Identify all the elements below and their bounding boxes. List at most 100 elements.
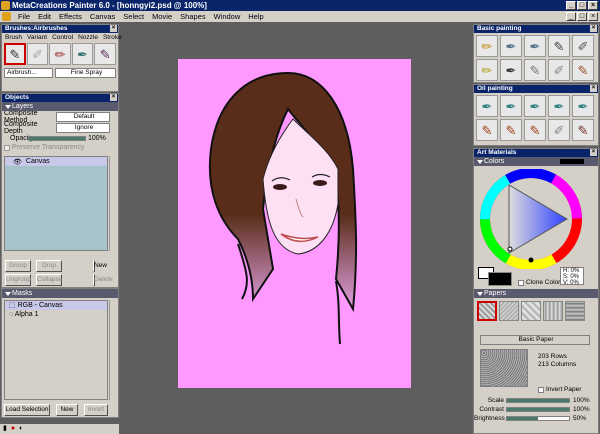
blender-icon[interactable]: ✎ (524, 59, 546, 81)
brushes-menu-nozzle[interactable]: Nozzle (78, 34, 98, 41)
menu-edit[interactable]: Edit (34, 11, 55, 22)
airbrush-selected-icon[interactable]: ✎ (4, 43, 26, 65)
brush-category-select[interactable]: Airbrush... (4, 68, 54, 78)
close-icon[interactable]: × (588, 1, 598, 10)
marker-icon[interactable]: ✒ (524, 35, 546, 57)
paper-swatch-basic[interactable] (477, 301, 497, 321)
pencil-brush-icon[interactable]: ✏ (49, 43, 71, 65)
masks-scrollbar[interactable] (109, 300, 117, 400)
color-swatch-bar[interactable] (560, 159, 584, 164)
brushes-menu-variant[interactable]: Variant (27, 34, 47, 41)
oil-brush-1-icon[interactable]: ✒ (476, 95, 498, 117)
opacity-slider[interactable] (28, 135, 86, 141)
brightness-slider[interactable] (506, 416, 570, 421)
eye-icon[interactable]: 👁 (13, 158, 22, 166)
brush-icons: ✎ ✐ ✏ ✒ ✎ (2, 42, 118, 66)
composite-depth-row: Composite Depth Ignore (2, 121, 118, 135)
masks-section-header[interactable]: Masks (2, 289, 118, 298)
composite-method-select[interactable]: Default (56, 111, 110, 122)
oil-brush-3-icon[interactable]: ✒ (524, 95, 546, 117)
delete-layer-button[interactable]: Delete (93, 274, 113, 286)
new-mask-button[interactable]: New (56, 404, 78, 416)
masks-list: ⬚ RGB - Canvas ◌ Alpha 1 (4, 300, 108, 400)
app-menu-icon[interactable] (2, 12, 11, 21)
oil-painting-title-text: Oil painting (477, 85, 513, 92)
paper-swatch-2[interactable] (499, 301, 519, 321)
oil-brush-10-icon[interactable]: ✎ (572, 119, 594, 141)
brushes-menu-stroke[interactable]: Stroke (103, 34, 122, 41)
oil-brush-8-icon[interactable]: ✎ (524, 119, 546, 141)
oil-painting-close-icon[interactable]: × (590, 85, 597, 92)
menu-movie[interactable]: Movie (148, 11, 176, 22)
maximize-icon[interactable]: □ (577, 1, 587, 10)
eraser-icon[interactable]: ✐ (572, 35, 594, 57)
group-button[interactable]: Group (5, 260, 31, 272)
pencil-tool-icon[interactable]: ✏ (476, 35, 498, 57)
art-materials-close-icon[interactable]: × (590, 149, 597, 156)
contrast-fill (507, 408, 569, 411)
brush-tool-icon[interactable]: ✎ (572, 59, 594, 81)
minimize-icon[interactable]: _ (566, 1, 576, 10)
menu-shapes[interactable]: Shapes (176, 11, 209, 22)
artist-brush-icon[interactable]: ✐ (26, 43, 49, 65)
color-wheel[interactable] (479, 169, 583, 269)
status-icon-1[interactable]: ▮ (3, 424, 7, 434)
paper-swatch-4[interactable] (543, 301, 563, 321)
doc-restore-icon[interactable]: □ (577, 12, 587, 21)
preserve-transparency-checkbox[interactable] (4, 144, 10, 151)
ink-pen-icon[interactable]: ✒ (500, 59, 522, 81)
brushes-menu-control[interactable]: Control (52, 34, 73, 41)
brush-variant-select[interactable]: Fine Spray (55, 68, 116, 78)
oil-brush-7-icon[interactable]: ✎ (500, 119, 522, 141)
composite-depth-select[interactable]: Ignore (56, 122, 110, 133)
papers-section-header[interactable]: Papers (474, 289, 598, 298)
layer-row-canvas[interactable]: 👁 Canvas (5, 157, 107, 166)
basic-painting-close-icon[interactable]: × (590, 25, 597, 32)
invert-paper-checkbox[interactable] (538, 386, 544, 393)
airbrush-tool-icon[interactable]: ✎ (548, 35, 570, 57)
oil-brush-5-icon[interactable]: ✒ (572, 95, 594, 117)
invert-mask-button[interactable]: Invert (84, 404, 108, 416)
oil-brush-2-icon[interactable]: ✒ (500, 95, 522, 117)
contrast-slider[interactable] (506, 407, 570, 412)
mask-row-rgb[interactable]: ⬚ RGB - Canvas (5, 301, 107, 310)
paper-swatch-3[interactable] (521, 301, 541, 321)
menu-effects[interactable]: Effects (55, 11, 86, 22)
document-canvas[interactable] (178, 59, 411, 388)
drop-button[interactable]: Drop (36, 260, 62, 272)
paper-swatch-5[interactable] (565, 301, 585, 321)
brushes-close-icon[interactable]: × (110, 25, 117, 32)
doc-minimize-icon[interactable]: _ (566, 12, 576, 21)
colors-section-header[interactable]: Colors (474, 157, 598, 166)
menu-window[interactable]: Window (210, 11, 245, 22)
oil-brush-9-icon[interactable]: ✐ (548, 119, 570, 141)
menu-select[interactable]: Select (119, 11, 148, 22)
status-icon-2[interactable]: ● (11, 424, 15, 434)
clone-color-checkbox[interactable] (518, 279, 524, 286)
layers-scrollbar[interactable] (109, 156, 117, 251)
layers-section-header[interactable]: Layers (2, 102, 118, 111)
chalk-brush-icon[interactable]: ✎ (94, 43, 116, 65)
objects-close-icon[interactable]: × (110, 94, 117, 101)
basic-painting-tools: ✏ ✒ ✒ ✎ ✐ ✏ ✒ ✎ ✐ ✎ (474, 33, 598, 83)
liquid-icon[interactable]: ✐ (548, 59, 570, 81)
crayon-icon[interactable]: ✏ (476, 59, 498, 81)
menu-file[interactable]: File (14, 11, 34, 22)
status-icon-3[interactable]: ◐ (19, 424, 23, 434)
new-layer-button[interactable]: New (93, 260, 107, 272)
felt-pen-icon[interactable]: ✒ (500, 35, 522, 57)
doc-close-icon[interactable]: × (588, 12, 598, 21)
load-selection-button[interactable]: Load Selection (4, 404, 50, 416)
scale-slider[interactable] (506, 398, 570, 403)
brushes-menu-brush[interactable]: Brush (5, 34, 22, 41)
oil-brush-6-icon[interactable]: ✎ (476, 119, 498, 141)
menu-help[interactable]: Help (244, 11, 267, 22)
collapse-button[interactable]: Collapse (36, 274, 62, 286)
oil-brush-4-icon[interactable]: ✒ (548, 95, 570, 117)
mask-row-alpha[interactable]: ◌ Alpha 1 (5, 310, 107, 319)
menu-canvas[interactable]: Canvas (86, 11, 119, 22)
primary-color-swatch[interactable] (488, 272, 512, 286)
brushes-title-text: Brushes:Airbrushes (5, 25, 68, 32)
ungroup-button[interactable]: Ungroup (5, 274, 31, 286)
oil-brush-icon[interactable]: ✒ (71, 43, 94, 65)
